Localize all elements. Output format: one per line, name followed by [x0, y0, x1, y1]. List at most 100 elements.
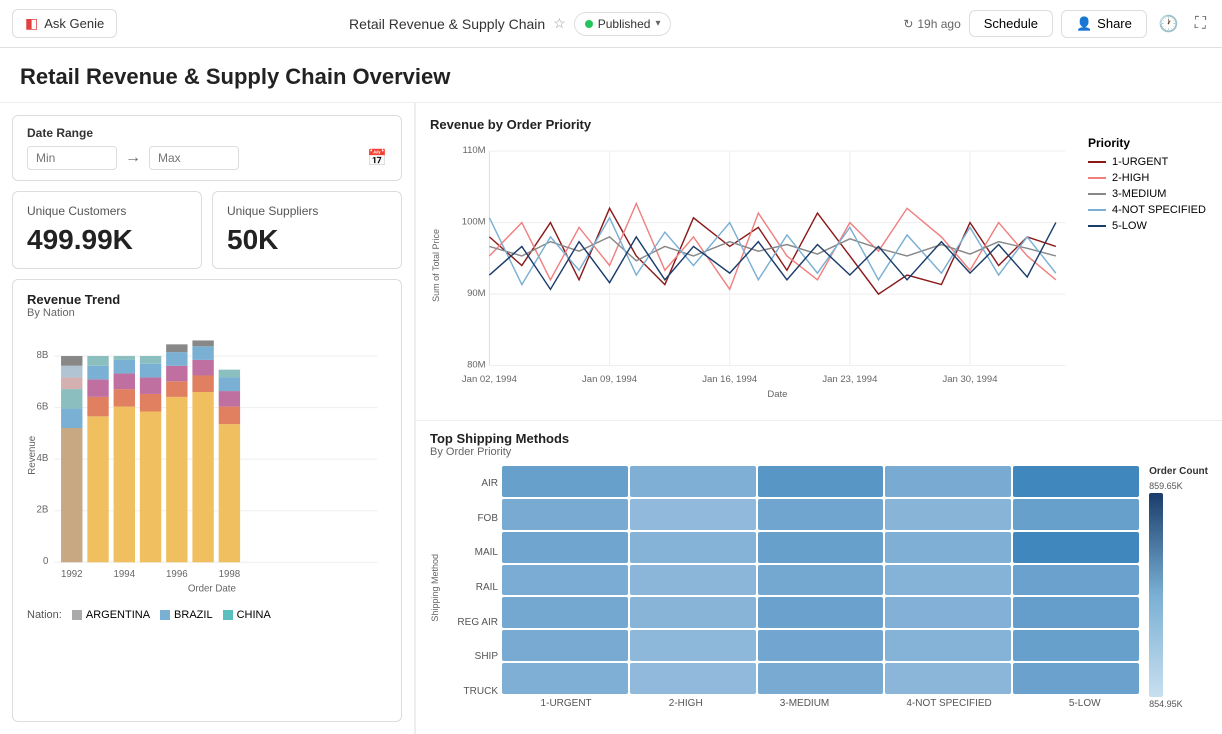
- high-label: 2-HIGH: [1112, 172, 1149, 184]
- heatmap-cell: [758, 466, 884, 497]
- legend-high: 2-HIGH: [1088, 172, 1208, 184]
- svg-text:1992: 1992: [61, 569, 83, 580]
- suppliers-label: Unique Suppliers: [227, 204, 387, 218]
- date-min-input[interactable]: [27, 146, 117, 170]
- heatmap-y-axis: Shipping Method: [430, 466, 442, 709]
- legend-brazil: BRAZIL: [160, 609, 213, 621]
- refresh-icon: ↻: [903, 17, 913, 31]
- status-dot: [585, 20, 593, 28]
- published-badge[interactable]: Published ▾: [574, 12, 672, 36]
- metrics-row: Unique Customers 499.99K Unique Supplier…: [12, 191, 402, 269]
- heatmap-cell: [885, 663, 1011, 694]
- heatmap-cell: [885, 466, 1011, 497]
- argentina-label: ARGENTINA: [86, 609, 150, 621]
- favorite-icon[interactable]: ☆: [553, 15, 566, 32]
- line-chart-svg: 110M 100M 90M 80M: [450, 132, 1080, 399]
- heatmap-cell: [1013, 565, 1139, 596]
- svg-text:90M: 90M: [467, 288, 486, 299]
- heatmap-cell: [758, 532, 884, 563]
- not-specified-label: 4-NOT SPECIFIED: [1112, 204, 1206, 216]
- date-range-inputs: → 📅: [27, 146, 387, 170]
- high-line: [1088, 177, 1106, 179]
- refresh-time: 19h ago: [917, 17, 960, 31]
- urgent-line: [1088, 161, 1106, 163]
- ask-genie-button[interactable]: ◧ Ask Genie: [12, 9, 117, 38]
- y-axis-label: Sum of Total Price: [431, 229, 441, 302]
- low-line: [1088, 225, 1106, 227]
- heatmap-cell: [502, 630, 628, 661]
- unique-customers-card: Unique Customers 499.99K: [12, 191, 202, 269]
- heatmap-cell: [885, 630, 1011, 661]
- bar-chart-container: 8B 6B 4B 2B 0 Revenue: [27, 325, 387, 605]
- page-header: Retail Revenue & Supply Chain Overview: [0, 48, 1222, 103]
- brazil-label: BRAZIL: [174, 609, 213, 621]
- line-chart-area: Sum of Total Price 110M 100M 90M 80M: [430, 132, 1208, 399]
- heatmap-card: Top Shipping Methods By Order Priority S…: [415, 421, 1222, 734]
- heatmap-cell: [758, 499, 884, 530]
- colorbar-min: 854.95K: [1149, 699, 1208, 709]
- svg-text:Date: Date: [767, 389, 787, 399]
- heatmap-cell: [502, 565, 628, 596]
- heatmap-cell: [758, 597, 884, 628]
- left-panel: Date Range → 📅 Unique Customers 499.99K …: [0, 103, 415, 734]
- svg-text:1994: 1994: [113, 569, 135, 580]
- heatmap-cell: [630, 466, 756, 497]
- y-rail: RAIL: [446, 582, 498, 593]
- heatmap-cell: [502, 532, 628, 563]
- suppliers-value: 50K: [227, 224, 387, 256]
- refresh-info: ↻ 19h ago: [903, 17, 960, 31]
- svg-text:4B: 4B: [37, 453, 49, 464]
- date-range-section: Date Range → 📅: [12, 115, 402, 181]
- heatmap-cell: [885, 499, 1011, 530]
- heatmap-cell: [502, 499, 628, 530]
- svg-text:1998: 1998: [219, 569, 241, 580]
- heatmap-cell: [1013, 532, 1139, 563]
- svg-text:6B: 6B: [37, 402, 49, 413]
- x-medium: 3-MEDIUM: [780, 698, 829, 709]
- unique-suppliers-card: Unique Suppliers 50K: [212, 191, 402, 269]
- history-button[interactable]: 🕐: [1155, 10, 1183, 38]
- content-area: Date Range → 📅 Unique Customers 499.99K …: [0, 103, 1222, 734]
- heatmap-cell: [885, 565, 1011, 596]
- heatmap-cell: [630, 532, 756, 563]
- y-ship: SHIP: [446, 651, 498, 662]
- date-max-input[interactable]: [149, 146, 239, 170]
- svg-text:Jan 16, 1994: Jan 16, 1994: [702, 374, 758, 385]
- china-label: CHINA: [237, 609, 271, 621]
- heatmap-cell: [502, 466, 628, 497]
- svg-text:100M: 100M: [462, 216, 486, 227]
- legend-argentina: ARGENTINA: [72, 609, 150, 621]
- svg-text:Order Date: Order Date: [188, 583, 236, 594]
- svg-text:0: 0: [43, 556, 49, 567]
- svg-text:Jan 30, 1994: Jan 30, 1994: [943, 374, 999, 385]
- x-low: 5-LOW: [1069, 698, 1101, 709]
- svg-text:Jan 09, 1994: Jan 09, 1994: [582, 374, 638, 385]
- legend-urgent: 1-URGENT: [1088, 156, 1208, 168]
- page-title: Retail Revenue & Supply Chain Overview: [20, 64, 1202, 90]
- svg-text:1996: 1996: [166, 569, 188, 580]
- topbar-title: Retail Revenue & Supply Chain ☆ Publishe…: [125, 12, 895, 36]
- heatmap-grid: [502, 466, 1139, 694]
- customers-value: 499.99K: [27, 224, 187, 256]
- date-arrow-icon: →: [125, 149, 141, 167]
- not-specified-line: [1088, 209, 1106, 211]
- fullscreen-button[interactable]: ⛶: [1191, 11, 1210, 37]
- chevron-down-icon: ▾: [655, 18, 660, 29]
- published-label: Published: [598, 17, 651, 31]
- colorbar-gradient: [1149, 493, 1163, 697]
- heatmap-cell: [1013, 663, 1139, 694]
- revenue-trend-subtitle: By Nation: [27, 307, 387, 319]
- colorbar-max: 859.65K: [1149, 481, 1208, 491]
- schedule-button[interactable]: Schedule: [969, 10, 1053, 37]
- share-icon: 👤: [1076, 16, 1092, 32]
- calendar-icon[interactable]: 📅: [367, 148, 387, 168]
- share-button[interactable]: 👤 Share: [1061, 10, 1147, 38]
- heatmap-cell: [630, 499, 756, 530]
- heatmap-cell: [630, 565, 756, 596]
- svg-text:8B: 8B: [37, 350, 49, 361]
- line-chart-card: Revenue by Order Priority Sum of Total P…: [415, 103, 1222, 421]
- line-chart-svg-wrap: 110M 100M 90M 80M: [450, 132, 1080, 399]
- heatmap-grid-area: 1-URGENT 2-HIGH 3-MEDIUM 4-NOT SPECIFIED…: [502, 466, 1139, 709]
- svg-text:Revenue: Revenue: [27, 436, 38, 475]
- customers-label: Unique Customers: [27, 204, 187, 218]
